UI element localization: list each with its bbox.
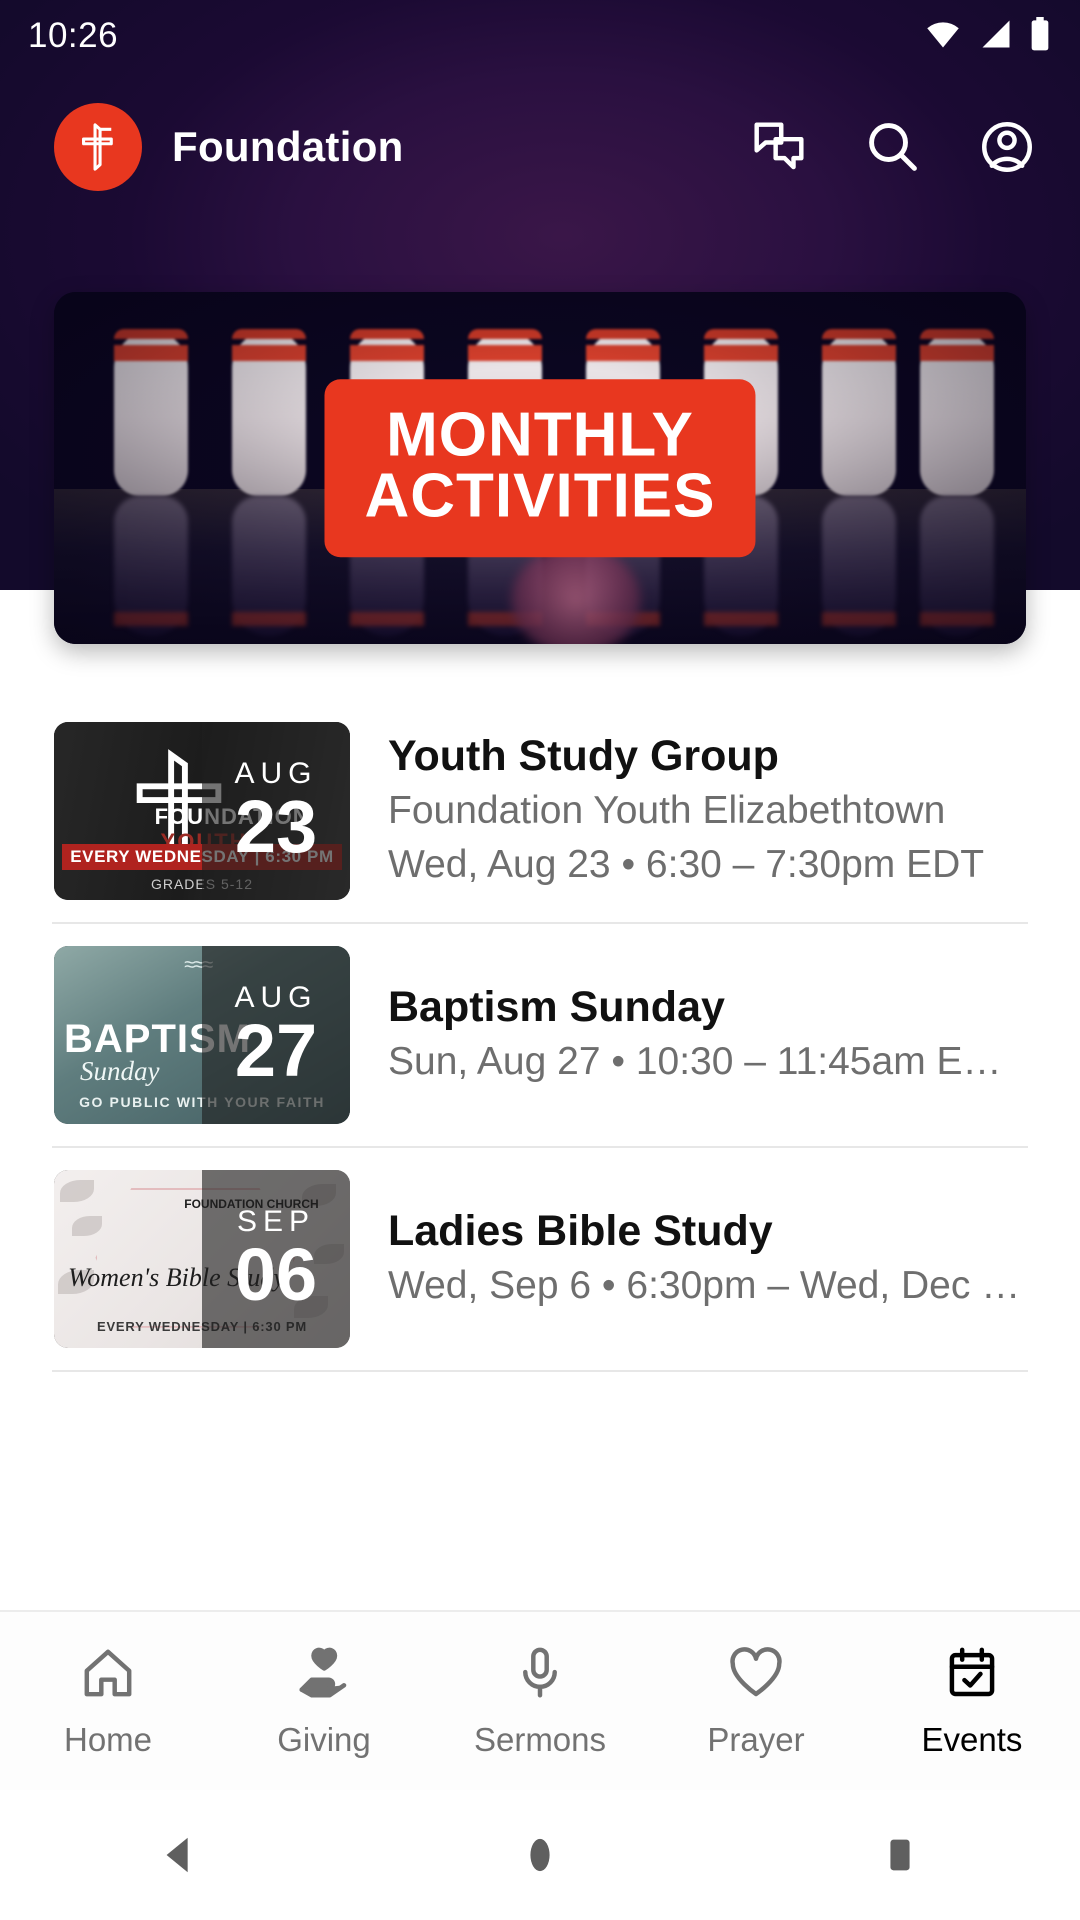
event-date-day: 23: [234, 784, 318, 868]
event-date-day: 27: [234, 1008, 318, 1092]
app-bar-actions: [750, 118, 1036, 176]
wifi-icon: [924, 19, 962, 54]
status-bar-clock: 10:26: [28, 16, 119, 55]
nav-item-home[interactable]: Home: [0, 1644, 216, 1759]
event-title: Ladies Bible Study: [388, 1207, 773, 1256]
banner-label-line2: ACTIVITIES: [364, 461, 716, 530]
event-date-badge: AUG 23: [202, 722, 350, 900]
search-icon[interactable]: [864, 118, 922, 176]
nav-item-events[interactable]: Events: [864, 1644, 1080, 1759]
bottom-navigation-bar: Home Giving Sermons Prayer Events: [0, 1610, 1080, 1790]
home-icon: [79, 1644, 137, 1707]
status-bar: 10:26: [0, 0, 1080, 72]
microphone-icon: [511, 1644, 569, 1707]
messages-icon[interactable]: [750, 118, 808, 176]
event-title: Baptism Sunday: [388, 983, 725, 1032]
app-bar: Foundation: [0, 92, 1080, 202]
battery-icon: [1030, 16, 1050, 56]
event-thumbnail: FOUNDATION CHURCH Women's Bible Study EV…: [54, 1170, 350, 1348]
heart-icon: [727, 1644, 785, 1707]
back-button[interactable]: [157, 1832, 203, 1878]
hand-heart-icon: [295, 1644, 353, 1707]
foundation-cross-logo-icon[interactable]: [54, 103, 142, 191]
account-icon[interactable]: [978, 118, 1036, 176]
event-list: FOUNDATION YOUTH EVERY WEDNESDAY | 6:30 …: [0, 700, 1080, 1372]
cellular-signal-icon: [979, 19, 1013, 54]
event-text-block: Baptism Sunday Sun, Aug 27 • 10:30 – 11:…: [388, 983, 1026, 1087]
nav-label-events: Events: [921, 1720, 1023, 1758]
nav-label-home: Home: [63, 1720, 153, 1758]
banner-label: MONTHLY ACTIVITIES: [324, 379, 756, 557]
home-button[interactable]: [517, 1832, 563, 1878]
status-bar-icons: [924, 16, 1050, 56]
event-text-block: Youth Study Group Foundation Youth Eliza…: [388, 732, 1026, 890]
event-thumbnail: ≈≈≈ BAPTISM Sunday GO PUBLIC WITH YOUR F…: [54, 946, 350, 1124]
banner-label-line1: MONTHLY: [386, 400, 694, 470]
nav-item-giving[interactable]: Giving: [216, 1644, 432, 1759]
event-location: Foundation Youth Elizabethtown: [388, 789, 946, 833]
event-datetime: Wed, Sep 6 • 6:30pm – Wed, Dec …: [388, 1263, 1021, 1307]
event-date-badge: SEP 06: [202, 1170, 350, 1348]
event-datetime: Wed, Aug 23 • 6:30 – 7:30pm EDT: [388, 842, 985, 886]
event-datetime: Sun, Aug 27 • 10:30 – 11:45am E…: [388, 1039, 1002, 1083]
event-date-badge: AUG 27: [202, 946, 350, 1124]
nav-label-sermons: Sermons: [473, 1720, 607, 1758]
nav-label-giving: Giving: [277, 1720, 371, 1758]
event-list-item[interactable]: ≈≈≈ BAPTISM Sunday GO PUBLIC WITH YOUR F…: [0, 924, 1080, 1146]
nav-item-sermons[interactable]: Sermons: [432, 1644, 648, 1759]
event-text-block: Ladies Bible Study Wed, Sep 6 • 6:30pm –…: [388, 1207, 1026, 1311]
event-list-item[interactable]: FOUNDATION YOUTH EVERY WEDNESDAY | 6:30 …: [0, 700, 1080, 922]
event-date-day: 06: [234, 1232, 318, 1316]
event-list-item[interactable]: FOUNDATION CHURCH Women's Bible Study EV…: [0, 1148, 1080, 1370]
calendar-check-icon: [943, 1644, 1001, 1707]
list-divider: [52, 1370, 1028, 1372]
system-navigation-bar: [0, 1790, 1080, 1920]
app-title: Foundation: [172, 123, 404, 170]
event-title: Youth Study Group: [388, 732, 779, 781]
promo-banner-card[interactable]: MONTHLY ACTIVITIES: [54, 292, 1026, 644]
nav-item-prayer[interactable]: Prayer: [648, 1644, 864, 1759]
recents-button[interactable]: [877, 1832, 923, 1878]
nav-label-prayer: Prayer: [707, 1720, 805, 1758]
event-thumbnail: FOUNDATION YOUTH EVERY WEDNESDAY | 6:30 …: [54, 722, 350, 900]
thumb-brand-bottom: Sunday: [80, 1056, 160, 1087]
